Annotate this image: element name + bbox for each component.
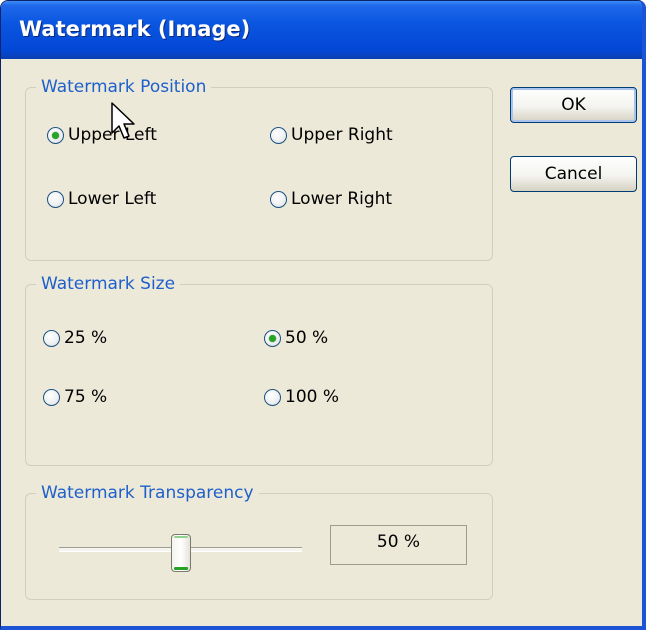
radio-size-25[interactable]: 25 % — [43, 328, 107, 348]
radio-circle-icon — [43, 329, 60, 347]
radio-lower-left[interactable]: Lower Left — [47, 189, 156, 209]
radio-label: 25 % — [64, 328, 108, 348]
position-group: Watermark Position — [25, 77, 493, 261]
radio-size-100[interactable]: 100 % — [264, 387, 339, 407]
title-bar[interactable]: Watermark (Image) — [1, 1, 642, 59]
radio-circle-icon — [47, 126, 64, 144]
radio-circle-icon — [43, 388, 60, 406]
radio-label: 100 % — [285, 387, 340, 407]
radio-label: Lower Right — [291, 189, 393, 209]
ok-button[interactable]: OK — [510, 87, 637, 123]
radio-label: 50 % — [285, 328, 329, 348]
radio-circle-icon — [264, 329, 281, 347]
radio-label: Lower Left — [68, 189, 157, 209]
size-group: Watermark Size — [25, 274, 493, 466]
radio-lower-right[interactable]: Lower Right — [270, 189, 392, 209]
radio-circle-icon — [264, 388, 281, 406]
radio-size-75[interactable]: 75 % — [43, 387, 107, 407]
cancel-button[interactable]: Cancel — [510, 156, 637, 192]
transparency-legend: Watermark Transparency — [36, 483, 259, 503]
radio-label: 75 % — [64, 387, 108, 407]
mouse-pointer-icon — [111, 102, 135, 139]
radio-circle-icon — [47, 190, 64, 208]
radio-size-50[interactable]: 50 % — [264, 328, 328, 348]
transparency-value-box: 50 % — [330, 525, 467, 565]
radio-selected-dot-icon — [52, 131, 59, 139]
size-legend: Watermark Size — [36, 274, 181, 294]
radio-selected-dot-icon — [269, 334, 276, 342]
position-legend: Watermark Position — [36, 77, 212, 97]
window-title: Watermark (Image) — [19, 17, 251, 41]
radio-upper-right[interactable]: Upper Right — [270, 125, 393, 145]
radio-circle-icon — [270, 190, 287, 208]
radio-upper-left[interactable]: Upper Left — [47, 125, 157, 145]
transparency-slider-thumb[interactable] — [170, 534, 191, 572]
radio-label: Upper Right — [291, 125, 393, 145]
watermark-dialog: Watermark (Image) Watermark Position Upp… — [0, 0, 646, 630]
radio-circle-icon — [270, 126, 287, 144]
